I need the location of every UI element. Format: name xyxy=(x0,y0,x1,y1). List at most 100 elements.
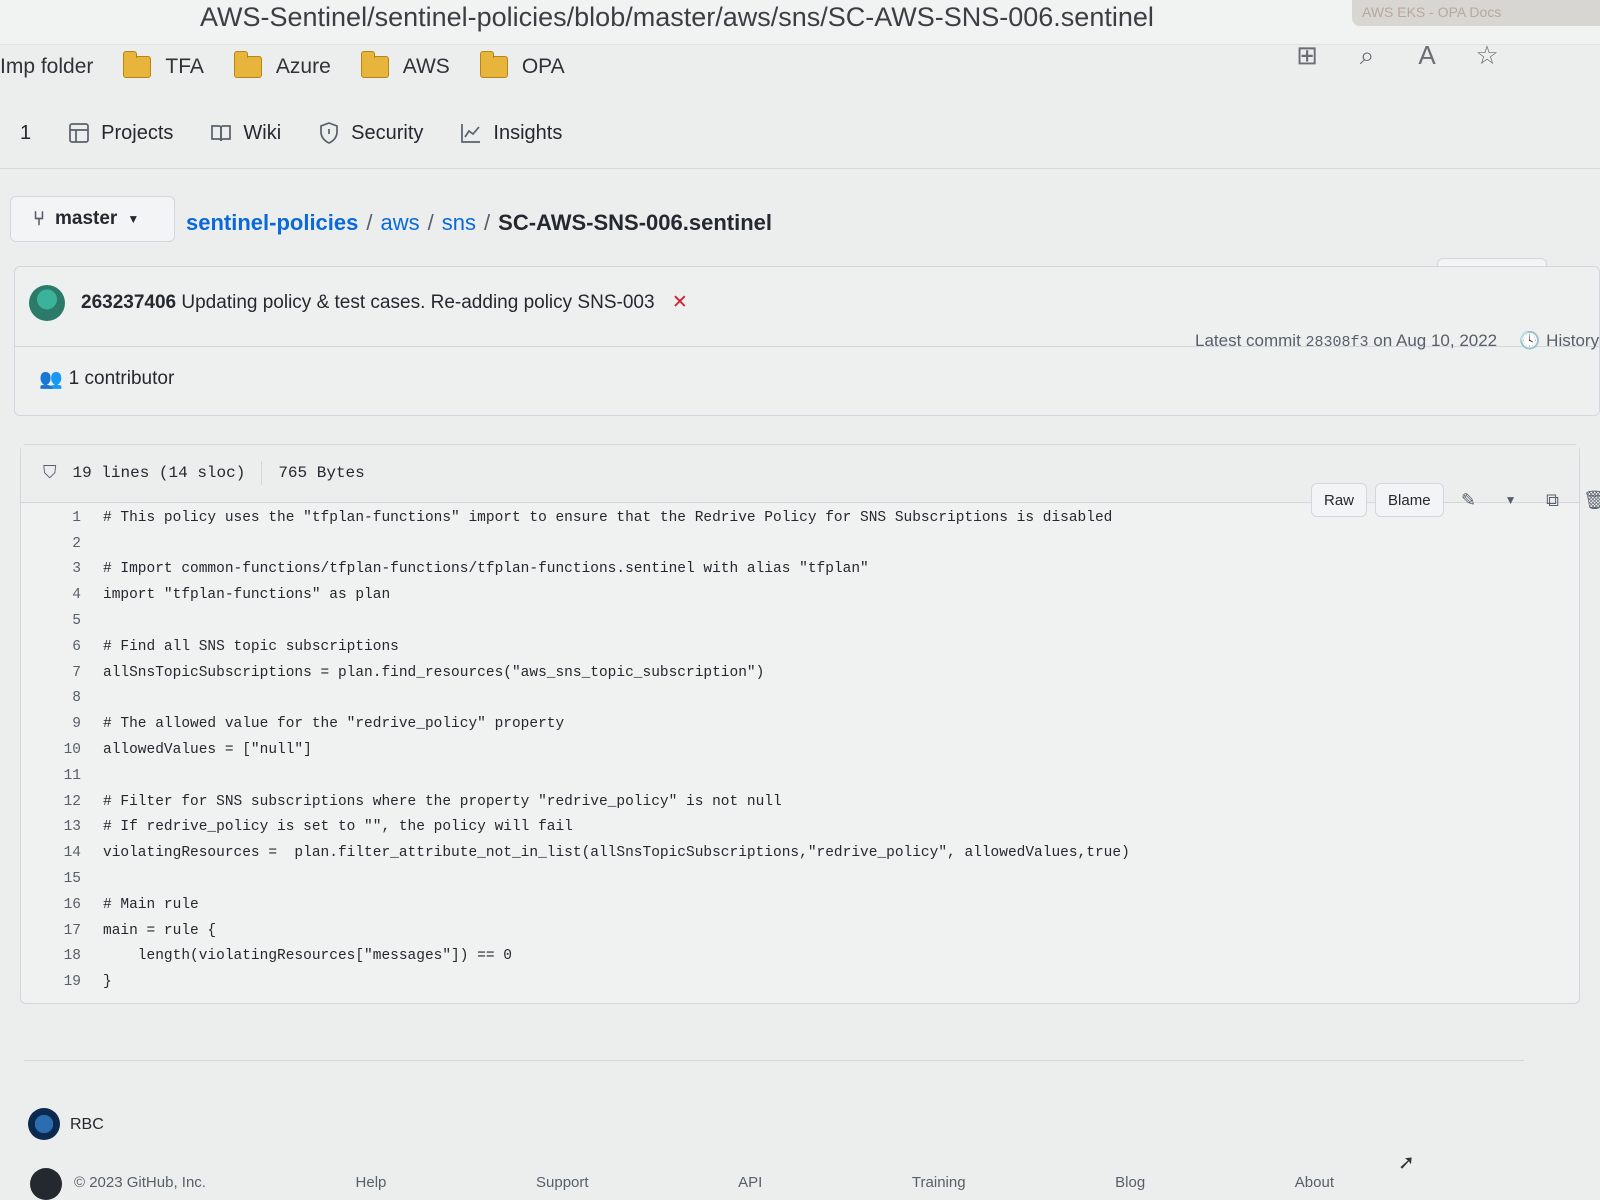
bookmark-tfa[interactable]: TFA xyxy=(123,51,204,79)
github-logo-icon[interactable] xyxy=(30,1168,62,1200)
commit-message-link[interactable]: Updating policy & test cases. Re-adding … xyxy=(181,292,654,313)
line-number[interactable]: 12 xyxy=(21,794,103,810)
line-number[interactable]: 17 xyxy=(21,923,103,939)
bookmark-label: TFA xyxy=(165,55,204,78)
org-name[interactable]: RBC xyxy=(70,1116,104,1134)
breadcrumb-file-name: SC-AWS-SNS-006.sentinel xyxy=(498,210,772,235)
tab-wiki[interactable]: Wiki xyxy=(209,121,281,145)
commit-sha-link[interactable]: 28308f3 xyxy=(1306,334,1369,351)
branch-selector-button[interactable]: ⑂ master ▼ xyxy=(10,196,175,242)
line-number[interactable]: 2 xyxy=(21,536,103,552)
line-number[interactable]: 13 xyxy=(21,819,103,835)
code-text: # The allowed value for the "redrive_pol… xyxy=(103,716,565,733)
bookmark-azure[interactable]: Azure xyxy=(233,51,331,79)
code-text: violatingResources = plan.filter_attribu… xyxy=(103,845,1130,862)
code-text: # If redrive_policy is set to "", the po… xyxy=(103,819,573,836)
file-viewer: ⛉ 19 lines (14 sloc) 765 Bytes Raw Blame… xyxy=(20,444,1600,1004)
breadcrumb-dir-link[interactable]: sns xyxy=(442,210,476,236)
favorite-star-icon[interactable]: ☆ xyxy=(1470,40,1504,71)
code-line: 18 length(violatingResources["messages"]… xyxy=(21,944,1579,970)
bookmark-opa[interactable]: OPA xyxy=(479,51,565,79)
file-info: ⛉ 19 lines (14 sloc) 765 Bytes xyxy=(43,461,365,485)
line-number[interactable]: 19 xyxy=(21,974,103,990)
footer-link-blog[interactable]: Blog xyxy=(1115,1174,1145,1191)
trash-icon[interactable]: 🗑 xyxy=(1578,483,1600,517)
line-number[interactable]: 9 xyxy=(21,716,103,732)
code-text: # Main rule xyxy=(103,896,199,913)
tab-label: Projects xyxy=(101,121,174,144)
tab-insights[interactable]: Insights xyxy=(459,121,562,145)
line-number[interactable]: 14 xyxy=(21,845,103,861)
code-line: 8 xyxy=(21,686,1579,712)
breadcrumb-separator: / xyxy=(484,210,491,235)
line-number[interactable]: 15 xyxy=(21,871,103,887)
line-number[interactable]: 18 xyxy=(21,948,103,964)
commit-box: 263237406 Updating policy & test cases. … xyxy=(14,266,1600,416)
divider xyxy=(261,461,263,485)
tab-projects[interactable]: Projects xyxy=(67,121,173,145)
apps-icon[interactable]: ⊞ xyxy=(1290,40,1324,71)
browser-tab[interactable]: AWS EKS - OPA Docs xyxy=(1352,0,1600,26)
code-line: 17 main = rule { xyxy=(21,918,1579,944)
url-text[interactable]: AWS-Sentinel/sentinel-policies/blob/mast… xyxy=(200,2,1154,33)
line-number[interactable]: 7 xyxy=(21,665,103,681)
code-view: 1 # This policy uses the "tfplan-function… xyxy=(21,505,1579,995)
code-line: 12 # Filter for SNS subscriptions where t… xyxy=(21,789,1579,815)
repo-nav: 1 Projects Wiki Security Insights xyxy=(20,110,562,156)
code-text: allowedValues = ["null"] xyxy=(103,742,312,759)
footer-link-about[interactable]: About xyxy=(1295,1174,1334,1191)
graph-icon xyxy=(461,124,481,143)
line-number[interactable]: 8 xyxy=(21,690,103,706)
zoom-icon[interactable]: ⌕ xyxy=(1350,40,1384,72)
footer-link-support[interactable]: Support xyxy=(536,1174,589,1191)
footer-divider xyxy=(24,1060,1524,1061)
bookmark-label: OPA xyxy=(521,55,565,78)
line-number[interactable]: 1 xyxy=(21,510,103,526)
line-number[interactable]: 6 xyxy=(21,639,103,655)
line-number[interactable]: 10 xyxy=(21,742,103,758)
line-number[interactable]: 4 xyxy=(21,587,103,603)
read-aloud-icon[interactable]: A xyxy=(1410,40,1444,71)
breadcrumb-dir-link[interactable]: aws xyxy=(381,210,420,236)
code-line: 11 xyxy=(21,763,1579,789)
code-text: # Find all SNS topic subscriptions xyxy=(103,638,399,655)
bookmark-imp-folder[interactable]: Imp folder xyxy=(0,55,93,79)
commit-message: 263237406 Updating policy & test cases. … xyxy=(81,291,688,314)
history-icon: 🕓 xyxy=(1519,331,1541,350)
projects-icon xyxy=(69,123,89,143)
footer-link-help[interactable]: Help xyxy=(356,1174,387,1191)
nav-divider xyxy=(0,168,1600,169)
branch-name: master xyxy=(55,208,118,229)
book-icon xyxy=(211,125,232,142)
commit-author-link[interactable]: 263237406 xyxy=(81,292,176,313)
code-text: main = rule { xyxy=(103,922,217,939)
breadcrumb: sentinel-policies / aws / sns / SC-AWS-S… xyxy=(186,210,772,236)
avatar[interactable] xyxy=(29,285,65,321)
code-line: 10 allowedValues = ["null"] xyxy=(21,737,1579,763)
bookmark-aws[interactable]: AWS xyxy=(360,51,450,79)
tab-security[interactable]: Security xyxy=(317,121,423,145)
footer-link-training[interactable]: Training xyxy=(912,1174,966,1191)
org-avatar[interactable] xyxy=(28,1108,60,1140)
tab-label: Wiki xyxy=(243,121,282,144)
line-number[interactable]: 16 xyxy=(21,897,103,913)
tab-label: Security xyxy=(351,121,424,144)
contributors-link[interactable]: 👥 1 contributor xyxy=(39,367,174,391)
history-link[interactable]: 🕓 History xyxy=(1519,331,1599,351)
footer-links: © 2023 GitHub, Inc. Help Support API Tra… xyxy=(74,1174,1334,1191)
footer-link-api[interactable]: API xyxy=(738,1174,762,1191)
code-line: 2 xyxy=(21,531,1579,557)
check-failed-icon[interactable]: ✕ xyxy=(672,292,688,313)
line-number[interactable]: 11 xyxy=(21,768,103,784)
tab-label: Insights xyxy=(493,121,563,144)
code-line: 9 # The allowed value for the "redrive_po… xyxy=(21,711,1579,737)
breadcrumb-repo-link[interactable]: sentinel-policies xyxy=(186,210,358,236)
footer-copyright: © 2023 GitHub, Inc. xyxy=(74,1174,206,1191)
latest-commit: Latest commit 28308f3 on Aug 10, 2022 xyxy=(1195,331,1497,351)
line-number[interactable]: 3 xyxy=(21,561,103,577)
line-number[interactable]: 5 xyxy=(21,613,103,629)
bookmarks-bar: Imp folder TFA Azure AWS OPA xyxy=(0,42,1260,92)
code-line: 3 # Import common-functions/tfplan-functi… xyxy=(21,557,1579,583)
file-lines-info: 19 lines (14 sloc) xyxy=(72,464,246,482)
breadcrumb-separator: / xyxy=(427,210,434,235)
